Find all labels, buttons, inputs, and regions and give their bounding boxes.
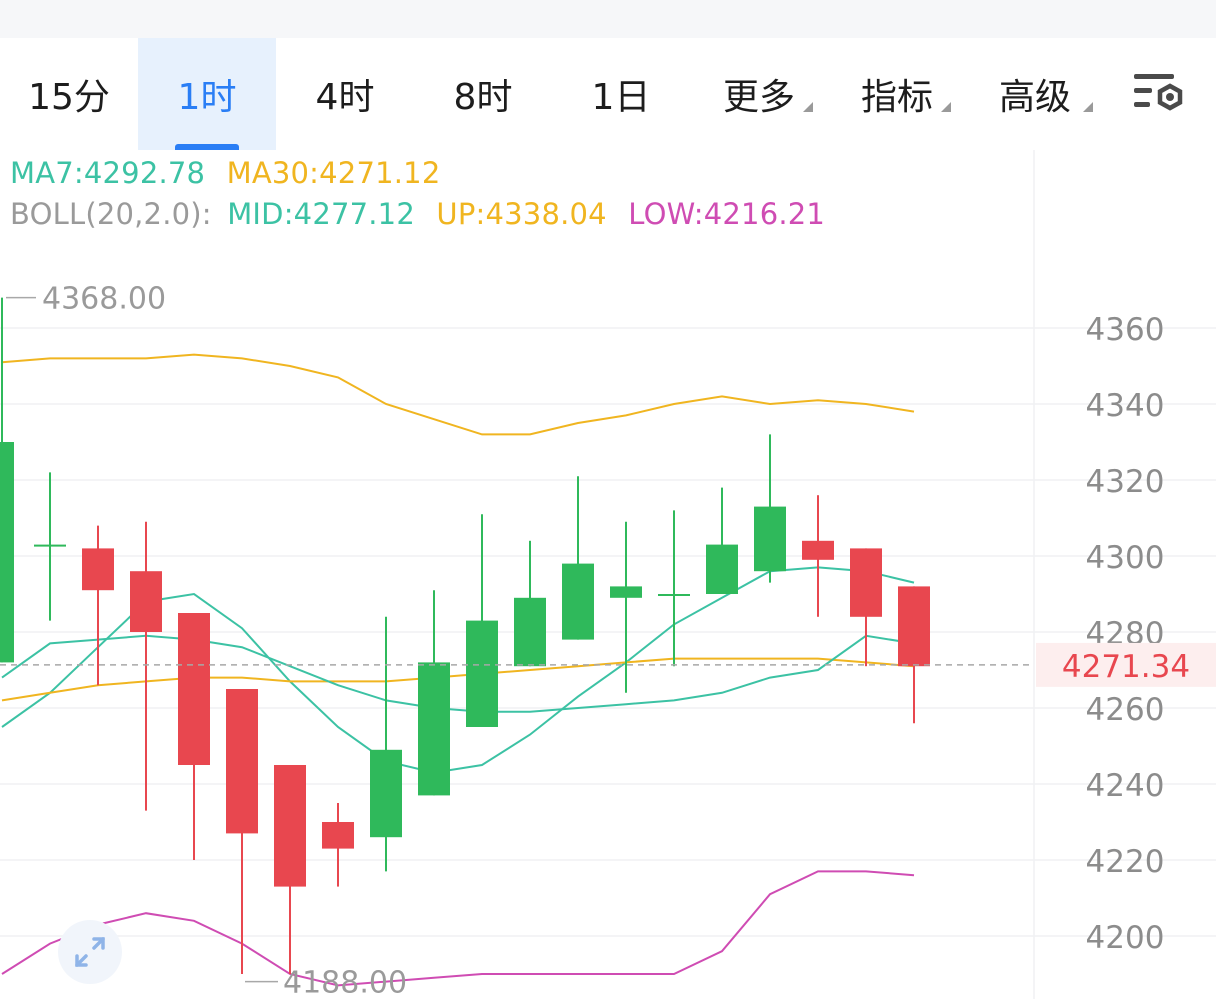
dropdown-caret-icon — [803, 102, 813, 112]
candle-body — [34, 544, 66, 547]
tab-15m[interactable]: 15分 — [0, 38, 138, 150]
top-band — [0, 0, 1216, 38]
candlestick-chart[interactable]: 4360434043204300428042604240422042004271… — [0, 150, 1216, 999]
candle-body — [0, 442, 14, 663]
tab-label: 1时 — [177, 77, 237, 118]
expand-icon — [75, 937, 105, 967]
tab-4h[interactable]: 4时 — [276, 38, 414, 150]
boll_low-line — [1, 870, 915, 987]
tab-label: 8时 — [453, 77, 513, 118]
tab-label: 4时 — [315, 77, 375, 118]
candle-body — [418, 662, 450, 796]
y-tick-label: 4200 — [1086, 920, 1165, 956]
tab-1d[interactable]: 1日 — [552, 38, 690, 150]
candle-body — [610, 586, 642, 598]
dropdown-caret-icon — [1083, 102, 1093, 112]
ma30-line — [1, 657, 915, 702]
candle-body — [898, 586, 930, 667]
dropdown-caret-icon — [941, 102, 951, 112]
y-tick-label: 4320 — [1086, 464, 1165, 500]
y-tick-label: 4360 — [1086, 312, 1165, 348]
tab-label: 高级 — [998, 77, 1071, 118]
candle-body — [562, 563, 594, 640]
candle-body — [82, 548, 114, 591]
tab-indicators[interactable]: 指标 — [828, 38, 966, 150]
tab-1h[interactable]: 1时 — [138, 38, 276, 150]
y-tick-label: 4240 — [1086, 768, 1165, 804]
indicator-settings-icon[interactable] — [1130, 66, 1188, 122]
candle-body — [706, 544, 738, 594]
candle-body — [754, 506, 786, 572]
y-tick-label: 4340 — [1086, 388, 1165, 424]
y-tick-label: 4260 — [1086, 692, 1165, 728]
candle-body — [226, 689, 258, 834]
tab-more[interactable]: 更多 — [690, 38, 828, 150]
candle-body — [802, 540, 834, 560]
expand-chart-button[interactable] — [58, 920, 122, 984]
candle-body — [658, 594, 690, 596]
candle-body — [130, 571, 162, 632]
tab-label: 15分 — [28, 77, 110, 118]
tab-label: 更多 — [722, 77, 795, 118]
timeframe-tab-bar: 15分 1时 4时 8时 1日 更多 指标 高级 — [0, 38, 1216, 150]
candle-body — [466, 620, 498, 727]
current-price-label: 4271.34 — [1062, 649, 1190, 685]
candle-body — [322, 822, 354, 849]
candle-body — [514, 597, 546, 667]
tab-8h[interactable]: 8时 — [414, 38, 552, 150]
candle-body — [274, 765, 306, 887]
candle-body — [178, 613, 210, 765]
low-marker-label: 4188.00 — [283, 966, 407, 999]
tab-advanced[interactable]: 高级 — [966, 38, 1104, 150]
boll_mid-line — [1, 634, 915, 713]
y-tick-label: 4300 — [1086, 540, 1165, 576]
y-tick-label: 4220 — [1086, 844, 1165, 880]
candle-body — [850, 548, 882, 617]
candle-body — [370, 749, 402, 838]
high-marker-label: 4368.00 — [42, 282, 166, 317]
tab-label: 指标 — [860, 77, 933, 118]
boll_up-line — [1, 353, 915, 436]
tab-label: 1日 — [591, 77, 651, 118]
